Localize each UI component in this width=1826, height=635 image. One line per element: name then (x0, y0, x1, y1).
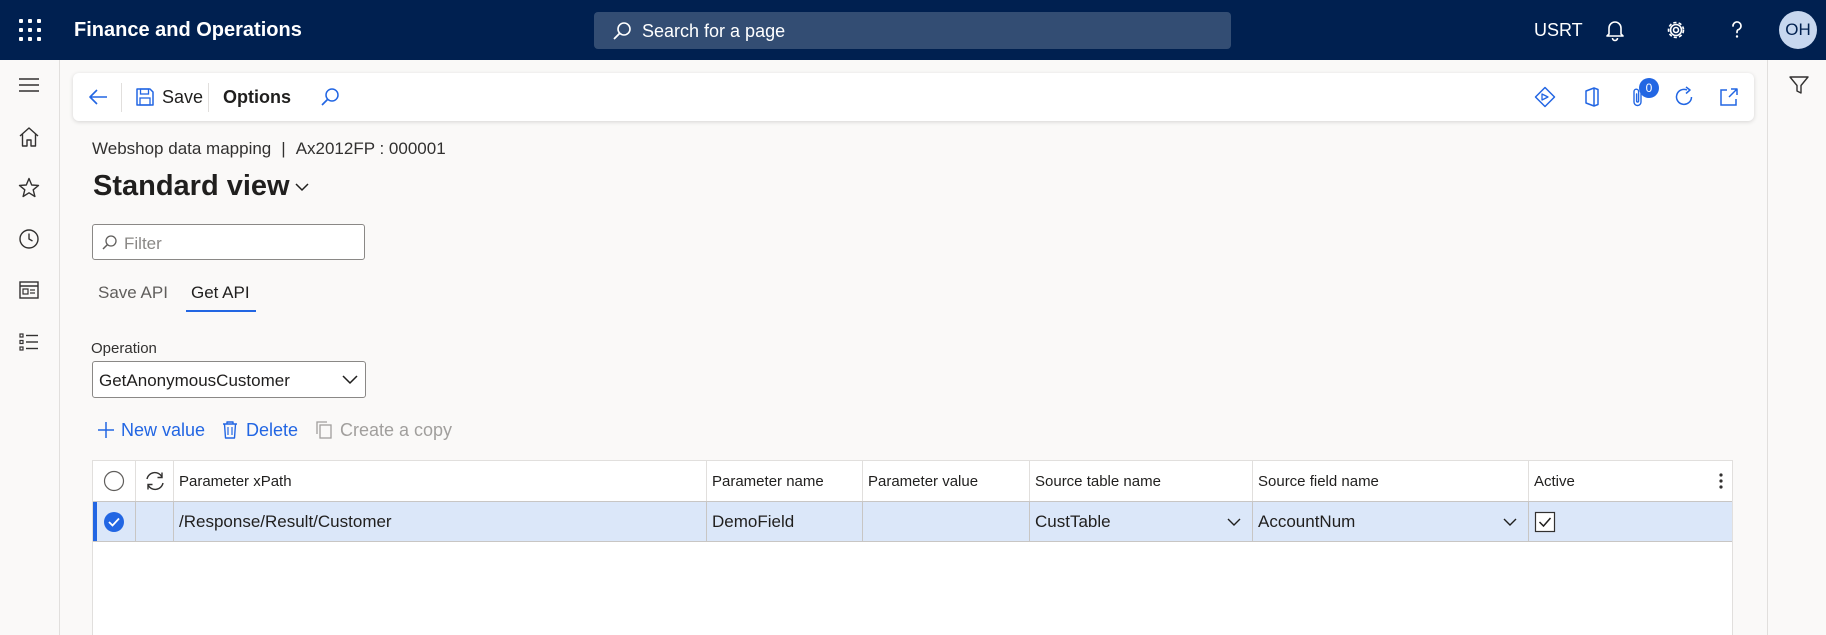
app-title[interactable]: Finance and Operations (74, 19, 302, 42)
column-header-parameter-xpath[interactable]: Parameter xPath (174, 461, 707, 501)
save-label: Save (162, 86, 204, 107)
row-status-cell (136, 502, 174, 541)
cell-source-field-name[interactable]: AccountNum (1253, 502, 1529, 541)
row-select-checkbox[interactable] (93, 502, 136, 541)
circle-checkbox-icon (103, 470, 125, 492)
active-checkbox[interactable] (1534, 511, 1556, 533)
column-header-source-field-name[interactable]: Source field name (1253, 461, 1529, 501)
action-pane: Save Options 0 (73, 73, 1754, 121)
source-table-name-value: CustTable (1035, 511, 1111, 531)
attachments-count-badge: 0 (1639, 78, 1659, 98)
office-button[interactable] (1581, 73, 1603, 121)
new-value-label: New value (121, 419, 206, 440)
filter-input[interactable]: Filter (92, 224, 365, 260)
tab-get-api[interactable]: Get API (191, 283, 250, 303)
filter-placeholder: Filter (124, 234, 162, 253)
chevron-down-icon (295, 183, 309, 192)
parameters-grid: Parameter xPath Parameter name Parameter… (92, 460, 1733, 635)
sync-icon (145, 471, 164, 491)
grid-refresh-button[interactable] (136, 461, 174, 501)
save-button[interactable]: Save (135, 73, 203, 121)
source-field-name-value: AccountNum (1258, 511, 1356, 531)
breadcrumb: Webshop data mapping | Ax2012FP : 000001 (92, 139, 446, 159)
cell-parameter-xpath[interactable]: /Response/Result/Customer (174, 502, 707, 541)
home-icon[interactable] (17, 125, 41, 149)
company-picker[interactable]: USRT (1534, 20, 1583, 41)
create-copy-button[interactable]: Create a copy (315, 416, 452, 444)
attachments-button[interactable]: 0 (1627, 73, 1659, 121)
cell-parameter-value[interactable] (863, 502, 1030, 541)
more-options-icon[interactable] (1718, 472, 1724, 490)
table-row[interactable]: /Response/Result/Customer DemoField Cust… (93, 501, 1732, 542)
left-navigation-pane (0, 60, 60, 635)
column-header-active[interactable]: Active (1529, 461, 1732, 501)
search-icon (102, 235, 117, 250)
open-in-new-window-button[interactable] (1718, 73, 1740, 121)
office-icon (1585, 87, 1599, 107)
delete-button[interactable]: Delete (221, 416, 298, 444)
breadcrumb-separator: | (281, 139, 286, 158)
select-all-checkbox[interactable] (93, 461, 136, 501)
right-pane (1767, 60, 1826, 635)
plus-icon (98, 422, 114, 438)
chevron-down-icon[interactable] (1502, 516, 1518, 528)
search-icon (321, 88, 339, 106)
refresh-icon (1675, 86, 1693, 106)
operation-dropdown[interactable]: GetAnonymousCustomer (92, 361, 366, 398)
avatar[interactable]: OH (1779, 11, 1817, 49)
power-apps-button[interactable] (1534, 73, 1556, 121)
breadcrumb-record: Ax2012FP : 000001 (295, 139, 446, 158)
gear-icon[interactable] (1663, 17, 1689, 43)
refresh-button[interactable] (1673, 73, 1695, 121)
options-menu[interactable]: Options (223, 73, 291, 121)
recent-clock-icon[interactable] (17, 227, 41, 251)
power-apps-icon (1534, 86, 1556, 108)
operation-value: GetAnonymousCustomer (99, 371, 290, 390)
cell-active[interactable] (1529, 502, 1732, 541)
page-search-box[interactable]: Search for a page (594, 12, 1231, 49)
chevron-down-icon[interactable] (1226, 516, 1242, 528)
column-header-source-table-name[interactable]: Source table name (1030, 461, 1253, 501)
save-disk-icon (136, 88, 154, 106)
options-label: Options (223, 86, 291, 107)
app-launcher-icon[interactable] (19, 19, 41, 41)
filter-funnel-icon[interactable] (1788, 74, 1810, 96)
column-header-active-label: Active (1534, 472, 1575, 490)
modules-list-icon[interactable] (17, 330, 41, 354)
search-label: Search for a page (642, 21, 786, 41)
operation-label: Operation (91, 340, 157, 357)
page-title: Standard view (93, 170, 290, 202)
checkmark-circle-icon (104, 511, 124, 532)
column-header-parameter-name[interactable]: Parameter name (707, 461, 863, 501)
workspaces-icon[interactable] (17, 278, 41, 302)
active-tab-indicator (186, 310, 256, 312)
tab-save-api[interactable]: Save API (98, 283, 168, 303)
action-search-button[interactable] (319, 73, 341, 121)
favorites-star-icon[interactable] (17, 176, 41, 200)
copy-icon (316, 421, 332, 439)
breadcrumb-form: Webshop data mapping (92, 139, 272, 158)
create-copy-label: Create a copy (340, 419, 453, 440)
delete-label: Delete (246, 419, 299, 440)
column-header-parameter-value[interactable]: Parameter value (863, 461, 1030, 501)
new-value-button[interactable]: New value (96, 416, 205, 444)
hamburger-menu-icon[interactable] (17, 73, 41, 97)
help-icon[interactable] (1724, 17, 1750, 43)
chevron-down-icon (342, 375, 358, 385)
bell-icon[interactable] (1602, 17, 1628, 43)
cell-source-table-name[interactable]: CustTable (1030, 502, 1253, 541)
cell-parameter-name[interactable]: DemoField (707, 502, 863, 541)
open-in-new-window-icon (1720, 88, 1738, 106)
trash-icon (223, 421, 237, 439)
top-navigation-bar: Finance and Operations Search for a page… (0, 0, 1826, 60)
view-selector[interactable]: Standard view (93, 170, 310, 203)
back-button[interactable] (87, 73, 109, 121)
back-arrow-icon (89, 89, 107, 105)
search-icon (613, 22, 631, 40)
